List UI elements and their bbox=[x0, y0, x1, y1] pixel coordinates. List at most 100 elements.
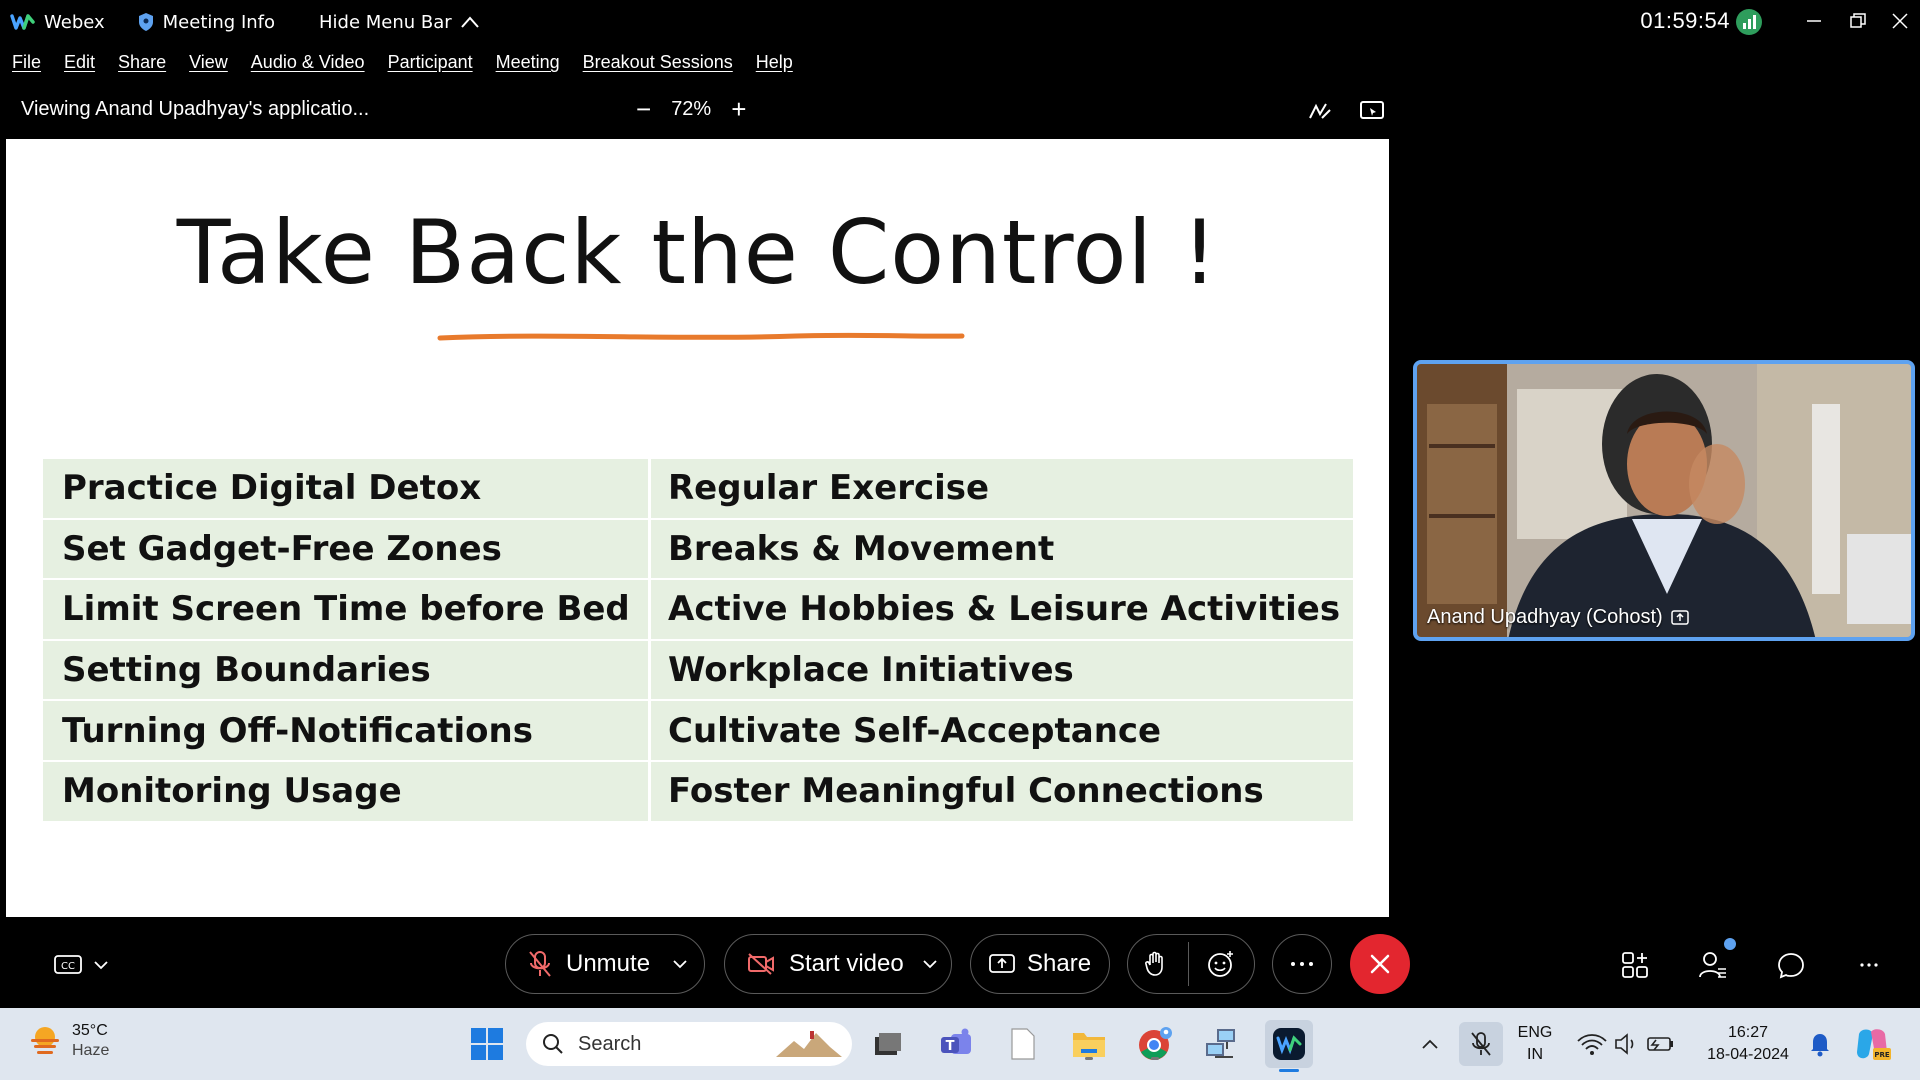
participant-name: Anand Upadhyay (Cohost) bbox=[1427, 606, 1663, 628]
show-hidden-icons-button[interactable] bbox=[1410, 1024, 1450, 1064]
menu-file[interactable]: File bbox=[12, 52, 41, 80]
shared-slide: Take Back the Control ! Practice Digital… bbox=[6, 139, 1389, 917]
windows-taskbar: 35°C Haze Search T ENG IN 16:27 18-04-20… bbox=[0, 1008, 1920, 1080]
audio-options-chevron-icon[interactable] bbox=[672, 959, 688, 969]
quick-settings-button[interactable] bbox=[1574, 1024, 1678, 1064]
restore-button[interactable] bbox=[1838, 6, 1878, 36]
slide-title: Take Back the Control ! bbox=[176, 201, 1219, 304]
menu-participant[interactable]: Participant bbox=[388, 52, 473, 80]
zoom-level: 72% bbox=[671, 97, 712, 120]
hide-menu-bar-button[interactable]: Hide Menu Bar bbox=[319, 12, 480, 33]
zoom-in-button[interactable]: + bbox=[731, 96, 746, 122]
table-row: Setting Boundaries Workplace Initiatives bbox=[43, 640, 1353, 702]
apps-button[interactable] bbox=[1618, 948, 1652, 982]
file-explorer-button[interactable] bbox=[1069, 1024, 1109, 1064]
task-view-icon bbox=[875, 1033, 901, 1055]
title-bar: Webex Meeting Info Hide Menu Bar 01:59:5… bbox=[0, 0, 1920, 44]
meeting-timer: 01:59:54 bbox=[1640, 8, 1730, 33]
teams-button[interactable]: T bbox=[937, 1024, 977, 1064]
table-row: Turning Off-Notifications Cultivate Self… bbox=[43, 701, 1353, 762]
table-cell: Limit Screen Time before Bed bbox=[43, 580, 651, 639]
table-cell: Foster Meaningful Connections bbox=[651, 761, 1353, 821]
more-panels-button[interactable] bbox=[1852, 948, 1886, 982]
reactions-icon[interactable] bbox=[1207, 950, 1235, 978]
notification-dot bbox=[1724, 938, 1736, 950]
menu-share[interactable]: Share bbox=[118, 52, 166, 80]
zoom-out-button[interactable]: − bbox=[636, 96, 651, 122]
minimize-button[interactable] bbox=[1794, 6, 1834, 36]
webex-icon bbox=[1273, 1028, 1305, 1060]
more-options-button[interactable] bbox=[1272, 934, 1332, 994]
video-options-chevron-icon[interactable] bbox=[922, 959, 938, 969]
copilot-button[interactable]: PRE bbox=[1852, 1024, 1892, 1064]
menu-audio-video[interactable]: Audio & Video bbox=[251, 52, 365, 80]
blank-document-button[interactable] bbox=[1003, 1024, 1043, 1064]
meeting-info-button[interactable]: Meeting Info bbox=[137, 12, 275, 33]
taskbar-search[interactable]: Search bbox=[526, 1022, 852, 1066]
table-cell: Workplace Initiatives bbox=[651, 640, 1353, 700]
app-name: Webex bbox=[44, 11, 105, 33]
table-cell: Setting Boundaries bbox=[43, 640, 651, 700]
mic-muted-icon bbox=[528, 950, 552, 978]
clock-date[interactable]: 16:27 18-04-2024 bbox=[1696, 1022, 1800, 1066]
closed-captions-button[interactable]: CC bbox=[48, 948, 88, 982]
participant-video-tile[interactable]: Anand Upadhyay (Cohost) bbox=[1413, 360, 1915, 641]
network-computer-icon bbox=[1206, 1029, 1235, 1058]
network-health-icon[interactable] bbox=[1736, 9, 1762, 35]
closed-captions-icon: CC bbox=[54, 955, 82, 974]
notifications-button[interactable] bbox=[1800, 1024, 1840, 1064]
participants-icon bbox=[1699, 952, 1726, 978]
table-row: Limit Screen Time before Bed Active Hobb… bbox=[43, 580, 1353, 641]
mic-muted-tray-button[interactable] bbox=[1459, 1022, 1503, 1066]
running-indicator bbox=[1085, 1057, 1093, 1060]
close-icon bbox=[1892, 13, 1908, 29]
tips-table: Practice Digital Detox Regular Exercise … bbox=[43, 459, 1353, 823]
menu-breakout-sessions[interactable]: Breakout Sessions bbox=[583, 52, 733, 80]
menu-meeting[interactable]: Meeting bbox=[496, 52, 560, 80]
taskbar-time: 16:27 bbox=[1727, 1024, 1769, 1041]
remote-desktop-button[interactable] bbox=[1201, 1024, 1241, 1064]
svg-text:PRE: PRE bbox=[1874, 1051, 1890, 1059]
remote-control-icon[interactable] bbox=[1358, 98, 1386, 124]
annotate-icon[interactable] bbox=[1306, 98, 1334, 124]
unmute-button[interactable]: Unmute bbox=[505, 934, 705, 994]
meeting-info-label: Meeting Info bbox=[162, 11, 276, 33]
table-cell: Active Hobbies & Leisure Activities bbox=[651, 580, 1353, 639]
close-window-button[interactable] bbox=[1880, 6, 1920, 36]
chrome-button[interactable] bbox=[1135, 1024, 1175, 1064]
active-indicator bbox=[1279, 1069, 1299, 1072]
wifi-volume-battery-icons bbox=[1577, 1033, 1673, 1055]
webex-taskbar-button[interactable] bbox=[1265, 1020, 1313, 1072]
region-code: IN bbox=[1527, 1046, 1543, 1063]
menu-view[interactable]: View bbox=[189, 52, 228, 80]
table-cell: Regular Exercise bbox=[651, 459, 1353, 518]
share-button[interactable]: Share bbox=[970, 934, 1110, 994]
chevron-down-icon bbox=[94, 961, 108, 970]
menu-edit[interactable]: Edit bbox=[64, 52, 95, 80]
weather-widget[interactable]: 35°C Haze bbox=[28, 1020, 109, 1060]
webex-logo-icon bbox=[10, 14, 35, 30]
video-off-icon bbox=[747, 953, 775, 975]
sharing-icon bbox=[1670, 609, 1689, 625]
svg-text:CC: CC bbox=[61, 961, 75, 972]
chat-button[interactable] bbox=[1774, 948, 1808, 982]
more-icon bbox=[1291, 962, 1313, 966]
hide-menu-label: Hide Menu Bar bbox=[319, 11, 452, 33]
svg-text:T: T bbox=[946, 1039, 955, 1054]
menu-help[interactable]: Help bbox=[756, 52, 793, 80]
webex-app-button[interactable]: Webex bbox=[10, 12, 105, 33]
task-view-button[interactable] bbox=[868, 1024, 908, 1064]
start-button[interactable] bbox=[467, 1024, 507, 1064]
leave-meeting-button[interactable] bbox=[1350, 934, 1410, 994]
raise-hand-icon[interactable] bbox=[1144, 951, 1166, 977]
minimize-icon bbox=[1807, 20, 1821, 22]
start-video-button[interactable]: Start video bbox=[724, 934, 952, 994]
participants-button[interactable] bbox=[1696, 938, 1736, 982]
table-cell: Cultivate Self-Acceptance bbox=[651, 701, 1353, 760]
language-indicator[interactable]: ENG IN bbox=[1514, 1022, 1556, 1066]
haze-sun-icon bbox=[31, 1027, 59, 1054]
divider bbox=[1188, 942, 1189, 986]
table-cell: Practice Digital Detox bbox=[43, 459, 651, 518]
captions-options-button[interactable] bbox=[88, 948, 114, 982]
viewing-status: Viewing Anand Upadhyay's applicatio... bbox=[21, 98, 370, 120]
